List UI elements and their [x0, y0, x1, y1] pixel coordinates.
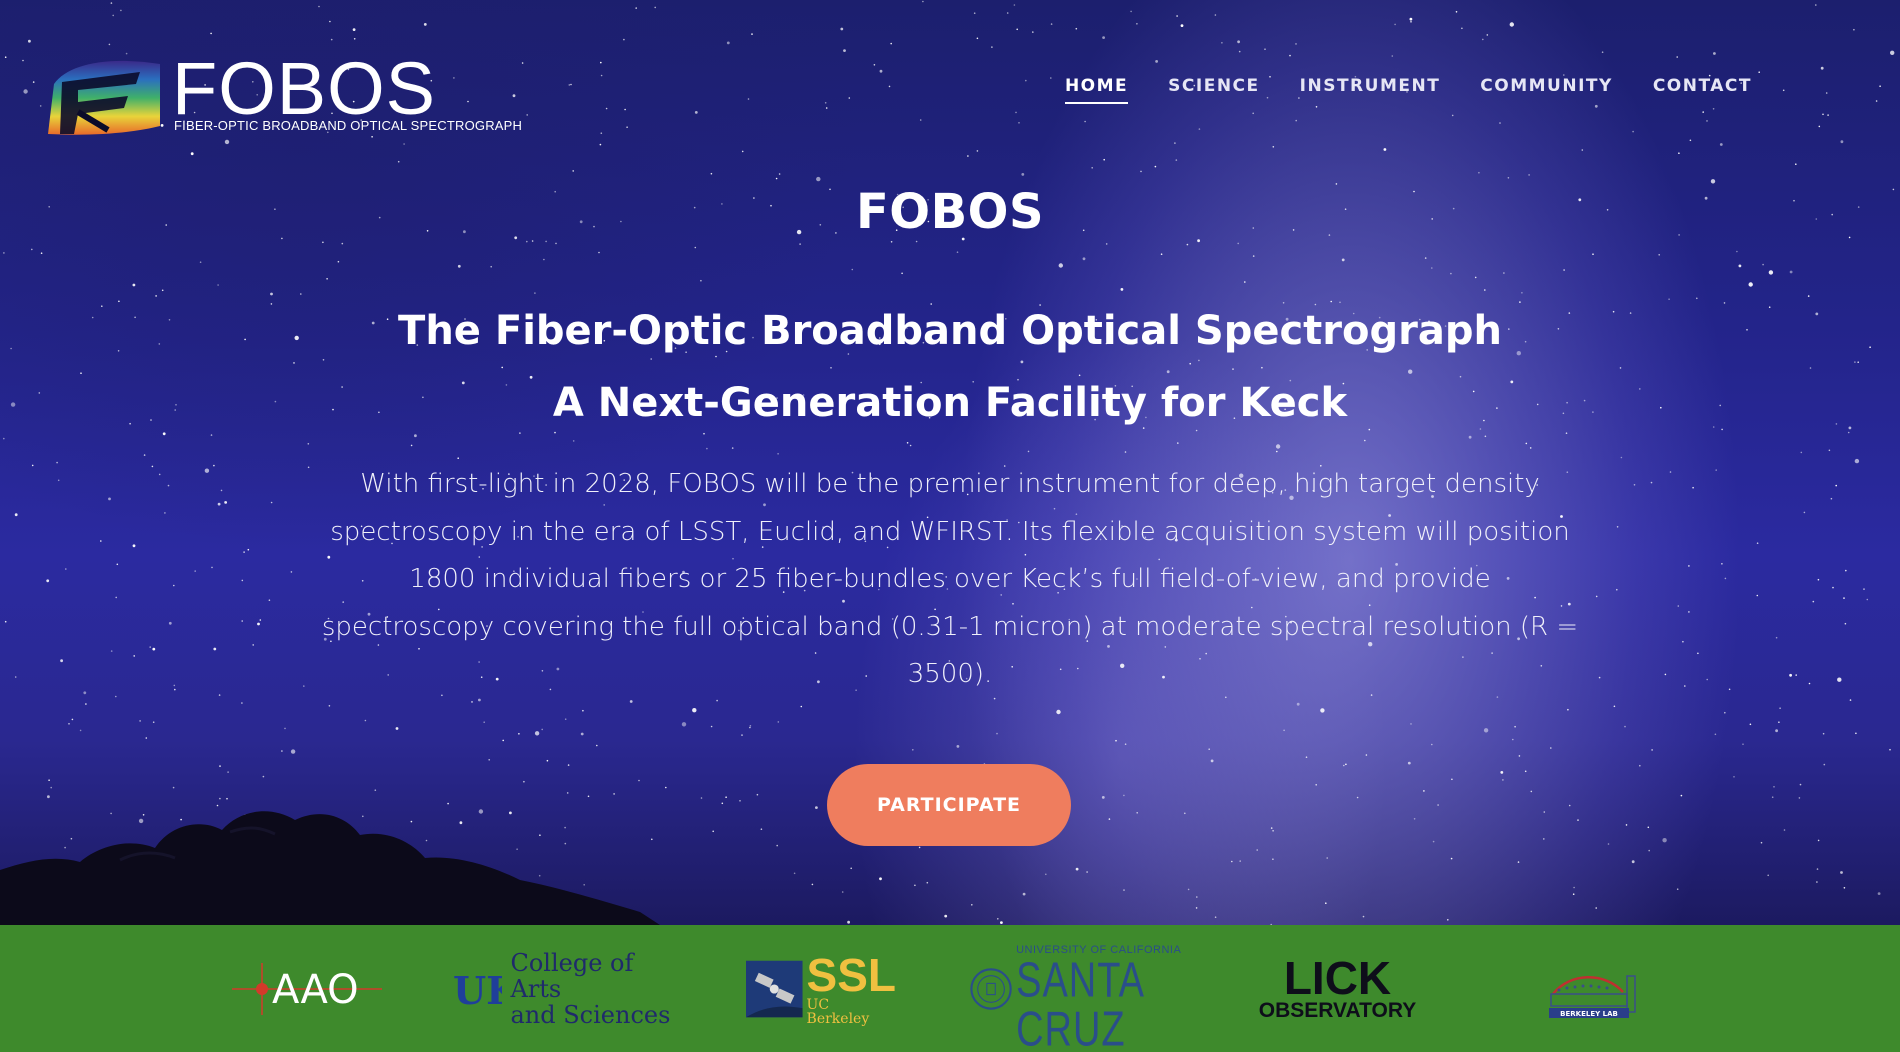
satellite-icon [746, 960, 803, 1017]
nav-community[interactable]: COMMUNITY [1480, 76, 1613, 104]
fobos-logo-icon [48, 60, 160, 135]
nav-science[interactable]: SCIENCE [1168, 76, 1259, 104]
nav-contact[interactable]: CONTACT [1653, 76, 1752, 104]
seal-icon [970, 967, 1012, 1010]
lick-line-1: LICK [1283, 951, 1392, 1004]
uk-mark-icon: UK [453, 968, 502, 1013]
hero-description: With first-light in 2028, FOBOS will be … [321, 469, 1579, 689]
nav-home[interactable]: HOME [1064, 76, 1129, 104]
partner-aao-logo[interactable]: AAO [232, 925, 382, 1052]
hero-subtitle: The Fiber-Optic Broadband Optical Spectr… [0, 295, 1900, 439]
logo-subtitle: FIBER-OPTIC BROADBAND OPTICAL SPECTROGRA… [174, 118, 523, 133]
partner-ssl-logo[interactable]: SSL UC Berkeley [746, 925, 896, 1052]
participate-button[interactable]: PARTICIPATE [827, 764, 1071, 846]
hero-subtitle-line-1: The Fiber-Optic Broadband Optical Spectr… [398, 308, 1502, 354]
uk-line-1: College of Arts [510, 948, 634, 1003]
ssl-text: SSL [806, 948, 896, 1001]
nav-instrument[interactable]: INSTRUMENT [1300, 76, 1441, 104]
ssl-sub: UC Berkeley [806, 996, 870, 1027]
building-icon: BERKELEY LAB [1549, 974, 1636, 1018]
crosshair-icon: AAO [232, 962, 382, 1015]
berkeley-lab-text: BERKELEY LAB [1560, 1010, 1618, 1018]
lick-line-2: OBSERVATORY [1258, 998, 1417, 1022]
partner-lick-logo[interactable]: LICK OBSERVATORY [1250, 925, 1425, 1052]
aao-text: AAO [272, 967, 359, 1013]
partner-logos-strip: AAO UK College of Arts and Sciences SSL … [0, 925, 1900, 1052]
logo-title: FOBOS [172, 47, 437, 130]
partner-uk-logo[interactable]: UK College of Arts and Sciences [453, 925, 683, 1052]
uk-mark-text: UK [453, 968, 502, 1013]
partner-ucsc-logo[interactable]: UNIVERSITY OF CALIFORNIA SANTA CRUZ [970, 925, 1190, 1052]
site-logo[interactable]: FOBOS FIBER-OPTIC BROADBAND OPTICAL SPEC… [48, 50, 548, 140]
ucsc-line-2: SANTA CRUZ [1016, 953, 1143, 1052]
uk-line-2: and Sciences [510, 1000, 671, 1029]
main-nav: HOME SCIENCE INSTRUMENT COMMUNITY CONTAC… [1025, 76, 1752, 104]
hero-subtitle-line-2: A Next-Generation Facility for Keck [552, 380, 1348, 426]
hero-title: FOBOS [855, 184, 1045, 240]
partner-berkeley-lab-logo[interactable]: BERKELEY LAB [1545, 925, 1640, 1052]
